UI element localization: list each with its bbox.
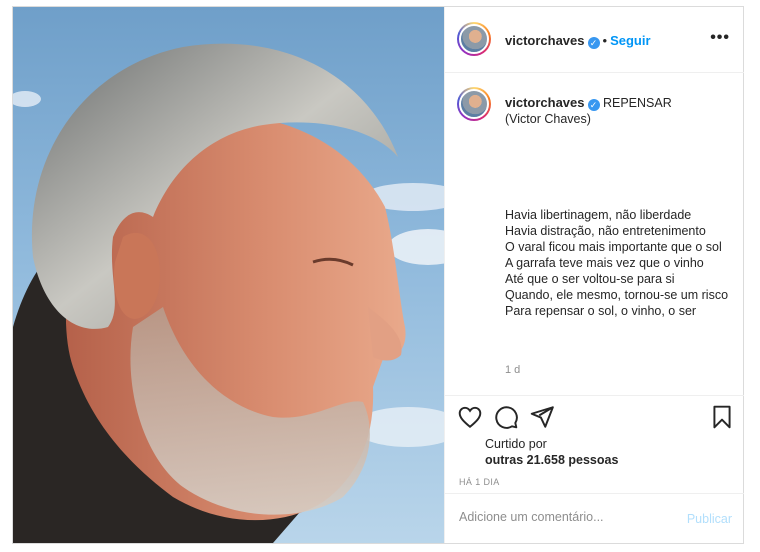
caption-header: victorchaves ✓ REPENSAR (Victor Chaves) bbox=[505, 95, 735, 127]
poem-line: Havia distração, não entretenimento bbox=[505, 224, 706, 238]
caption-area: victorchaves ✓ REPENSAR (Victor Chaves) H… bbox=[445, 73, 744, 395]
likes-count[interactable]: outras 21.658 pessoas bbox=[485, 453, 618, 467]
poem-line: Havia libertinagem, não liberdade bbox=[505, 208, 692, 222]
poem-line: Quando, ele mesmo, tornou-se um risco bbox=[505, 288, 729, 302]
post-header: victorchaves ✓ • Seguir ••• bbox=[445, 7, 744, 73]
post-photo[interactable] bbox=[13, 7, 444, 543]
header-user-line: victorchaves ✓ • Seguir bbox=[505, 32, 651, 50]
poem-line: A garrafa teve mais vez que o vinho bbox=[505, 256, 704, 270]
comment-input[interactable] bbox=[459, 510, 659, 524]
caption-poem: Havia libertinagem, não liberdade Havia … bbox=[505, 207, 735, 319]
more-options-icon[interactable]: ••• bbox=[710, 29, 730, 47]
verified-badge-icon: ✓ bbox=[587, 37, 600, 49]
poem-line: Para repensar o sol, o vinho, o ser bbox=[505, 304, 697, 318]
caption-title: REPENSAR bbox=[602, 96, 672, 110]
action-bar: Curtido por outras 21.658 pessoas HÁ 1 D… bbox=[445, 395, 744, 493]
post-dialog: victorchaves ✓ • Seguir ••• victorchaves ✓ R… bbox=[12, 6, 744, 544]
publish-button[interactable]: Publicar bbox=[687, 512, 732, 526]
poem-line: O varal ficou mais importante que o sol bbox=[505, 240, 722, 254]
header-username[interactable]: victorchaves bbox=[505, 33, 585, 48]
caption-avatar[interactable] bbox=[457, 87, 491, 121]
verified-badge-icon: ✓ bbox=[587, 99, 600, 111]
portrait-image bbox=[13, 7, 444, 543]
caption-age[interactable]: 1 d bbox=[505, 364, 520, 376]
likes-label: Curtido por bbox=[485, 437, 547, 451]
caption-username[interactable]: victorchaves bbox=[505, 95, 585, 110]
avatar[interactable] bbox=[457, 22, 491, 56]
separator-dot: • bbox=[602, 33, 608, 48]
paper-plane-icon[interactable] bbox=[529, 404, 555, 430]
bookmark-icon[interactable] bbox=[709, 404, 735, 430]
follow-button[interactable]: Seguir bbox=[610, 33, 650, 48]
comment-bubble-icon[interactable] bbox=[493, 404, 519, 430]
comment-bar: Publicar bbox=[445, 493, 744, 543]
post-side-panel: victorchaves ✓ • Seguir ••• victorchaves ✓ R… bbox=[444, 7, 744, 543]
post-timestamp[interactable]: HÁ 1 DIA bbox=[459, 477, 500, 487]
poem-line: Até que o ser voltou-se para si bbox=[505, 272, 675, 286]
heart-icon[interactable] bbox=[457, 404, 483, 430]
caption-author: (Victor Chaves) bbox=[505, 112, 591, 126]
